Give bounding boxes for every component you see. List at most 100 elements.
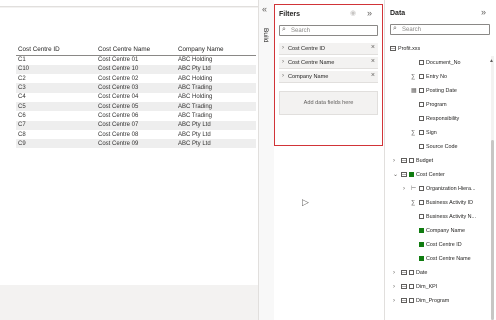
chevron-down-icon[interactable]: ⌄: [393, 170, 401, 180]
column-header[interactable]: Cost Centre Name: [96, 46, 176, 56]
data-search-input[interactable]: ⌕ Search: [390, 24, 490, 35]
data-field-item[interactable]: Company Name: [419, 226, 465, 236]
filter-card[interactable]: › Company Name ×: [279, 71, 378, 83]
table-row[interactable]: C8 Cost Centre 08 ABC Pty Ltd: [16, 130, 256, 139]
field-checkbox[interactable]: [419, 101, 424, 107]
data-field-item[interactable]: Cost Centre Name: [419, 254, 471, 264]
table-icon: [401, 157, 407, 163]
data-field-item[interactable]: › Dim_Program: [393, 296, 449, 306]
collapse-pane-icon[interactable]: »: [481, 7, 486, 17]
table-cell: C10: [16, 64, 96, 75]
field-checkbox[interactable]: [419, 199, 424, 205]
data-field-item[interactable]: Source Code: [419, 142, 457, 152]
data-field-item[interactable]: Program: [419, 100, 447, 110]
close-icon[interactable]: ×: [371, 72, 375, 79]
data-field-item[interactable]: ∑ Entry No: [411, 72, 447, 82]
chevron-right-icon[interactable]: ›: [393, 268, 401, 278]
table-visual[interactable]: Cost Centre ID Cost Centre Name Company …: [16, 46, 256, 149]
field-checkbox[interactable]: [409, 297, 414, 303]
data-field-item[interactable]: › Date: [393, 268, 427, 278]
data-field-label: Cost Centre Name: [426, 256, 471, 262]
table-cell: ABC Pty Ltd: [176, 139, 256, 149]
table-row[interactable]: C5 Cost Centre 05 ABC Trading: [16, 101, 256, 112]
calendar-icon: ▦: [411, 88, 417, 94]
filters-title: Filters: [279, 11, 301, 18]
scroll-up-icon[interactable]: ▲: [489, 58, 494, 64]
chevron-right-icon[interactable]: ›: [393, 282, 401, 292]
data-field-item[interactable]: Business Activity N...: [419, 212, 476, 222]
data-field-item[interactable]: › ⊢ Organization Hiera...: [403, 184, 475, 194]
field-checkbox[interactable]: [409, 171, 414, 177]
field-checkbox[interactable]: [419, 185, 424, 191]
table-cell: ABC Holding: [178, 75, 213, 82]
eye-icon[interactable]: ◉: [350, 9, 356, 17]
powerbi-report-editor: Cost Centre ID Cost Centre Name Company …: [0, 0, 496, 320]
data-field-item[interactable]: Document_No: [419, 58, 460, 68]
filter-card[interactable]: › Cost Centre ID ×: [279, 43, 378, 55]
sigma-icon: ∑: [411, 74, 416, 80]
table-cell: ABC Pty Ltd: [176, 120, 256, 130]
chevron-right-icon[interactable]: ›: [393, 296, 401, 306]
chevron-right-icon[interactable]: ›: [282, 45, 284, 51]
data-field-label: Source Code: [426, 144, 458, 150]
expand-pane-icon[interactable]: «: [262, 4, 267, 14]
field-checkbox[interactable]: [419, 213, 424, 219]
chevron-right-icon[interactable]: ›: [403, 184, 411, 194]
table-icon: [401, 297, 407, 303]
data-field-item[interactable]: ▦ Posting Date: [411, 86, 457, 96]
field-checkbox[interactable]: [409, 157, 414, 163]
field-checkbox[interactable]: [409, 283, 414, 289]
column-header[interactable]: Company Name: [176, 46, 256, 56]
data-field-item[interactable]: › Budget: [393, 156, 433, 166]
field-checkbox[interactable]: [419, 129, 424, 135]
table-cell: ABC Pty Ltd: [178, 131, 211, 138]
close-icon[interactable]: ×: [371, 58, 375, 65]
data-field-label: Cost Center: [416, 172, 445, 178]
table-cell: C5: [16, 101, 96, 112]
table-row[interactable]: C3 Cost Centre 03 ABC Trading: [16, 83, 256, 93]
field-checkbox[interactable]: [419, 255, 424, 261]
field-checkbox[interactable]: [419, 143, 424, 149]
build-pane-label[interactable]: Build: [262, 28, 269, 42]
field-checkbox[interactable]: [419, 73, 424, 79]
report-page[interactable]: Cost Centre ID Cost Centre Name Company …: [0, 8, 258, 285]
table-cell: ABC Trading: [176, 101, 256, 112]
add-data-fields-dropzone[interactable]: Add data fields here: [279, 91, 378, 115]
chevron-right-icon[interactable]: ›: [282, 73, 284, 79]
filters-search-input[interactable]: ⌕ Search: [279, 25, 378, 36]
table-row[interactable]: C10 Cost Centre 10 ABC Pty Ltd: [16, 64, 256, 75]
table-cell: Cost Centre 08: [98, 131, 139, 138]
chevron-right-icon[interactable]: ›: [282, 59, 284, 65]
field-checkbox[interactable]: [419, 115, 424, 121]
filter-card-name: Cost Centre ID: [288, 45, 325, 52]
collapse-pane-icon[interactable]: »: [367, 8, 372, 18]
scrollbar-thumb[interactable]: [491, 140, 494, 320]
table-cell: Cost Centre 05: [96, 101, 176, 112]
table-row[interactable]: C9 Cost Centre 09 ABC Pty Ltd: [16, 139, 256, 149]
data-field-item[interactable]: Cost Centre ID: [419, 240, 462, 250]
data-field-item[interactable]: Responsibility: [419, 114, 459, 124]
field-checkbox[interactable]: [419, 59, 424, 65]
data-field-item[interactable]: Profit.xxs: [390, 44, 420, 54]
sigma-icon: ∑: [411, 130, 416, 136]
data-field-item[interactable]: ⌄ Cost Center: [393, 170, 445, 180]
field-checkbox[interactable]: [409, 269, 414, 275]
field-checkbox[interactable]: [419, 87, 424, 93]
field-checkbox[interactable]: [419, 241, 424, 247]
data-field-item[interactable]: ∑ Sign: [411, 128, 437, 138]
filter-card[interactable]: › Cost Centre Name ×: [279, 57, 378, 69]
table-row[interactable]: C6 Cost Centre 06 ABC Trading: [16, 111, 256, 120]
field-checkbox[interactable]: [419, 227, 424, 233]
table-row[interactable]: C7 Cost Centre 07 ABC Pty Ltd: [16, 120, 256, 130]
table-row[interactable]: C2 Cost Centre 02 ABC Holding: [16, 74, 256, 83]
table-row[interactable]: C1 Cost Centre 01 ABC Holding: [16, 56, 256, 65]
filters-pane-empty-area: [274, 146, 384, 320]
data-field-item[interactable]: › Dim_KPI: [393, 282, 437, 292]
table-header-row: Cost Centre ID Cost Centre Name Company …: [16, 46, 256, 56]
column-header[interactable]: Cost Centre ID: [16, 46, 96, 56]
close-icon[interactable]: ×: [371, 44, 375, 51]
data-title: Data: [390, 10, 406, 17]
chevron-right-icon[interactable]: ›: [393, 156, 401, 166]
table-row[interactable]: C4 Cost Centre 04 ABC Holding: [16, 93, 256, 102]
data-field-item[interactable]: ∑ Business Activity ID: [411, 198, 473, 208]
